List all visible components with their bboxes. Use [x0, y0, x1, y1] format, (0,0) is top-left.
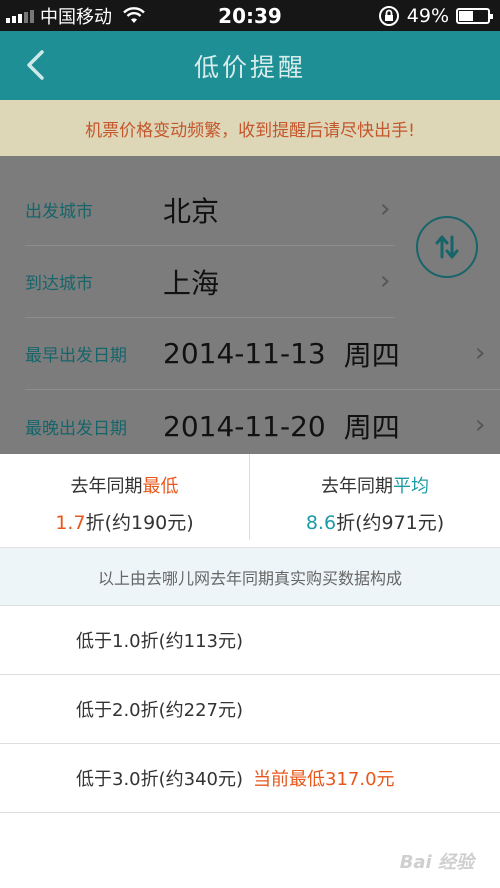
last-year-stats: 去年同期最低 1.7折(约190元) 去年同期平均 8.6折(约971元): [0, 454, 500, 548]
price-alert-sheet: 去年同期最低 1.7折(约190元) 去年同期平均 8.6折(约971元) 以上…: [0, 454, 500, 888]
nav-bar: 低价提醒: [0, 31, 500, 100]
option-label: 低于2.0折(约227元): [76, 700, 244, 721]
swap-cities-button[interactable]: [416, 216, 478, 278]
baidu-jingyan-watermark: Bai 经验: [399, 852, 474, 873]
battery-percent: 49%: [406, 4, 449, 27]
status-bar: 中国移动 20:39 49%: [0, 0, 500, 31]
latest-date-row[interactable]: 最晚出发日期 2014-11-20 周四 ›: [25, 390, 500, 462]
average-stat-value: 8.6折(约971元): [250, 508, 500, 535]
latest-date-label: 最晚出发日期: [25, 418, 127, 439]
average-suffix: 折(约971元): [336, 512, 445, 534]
lowest-prefix: 去年同期: [70, 476, 143, 497]
page-title: 低价提醒: [193, 52, 306, 82]
lowest-discount: 1.7: [55, 512, 86, 534]
carrier-name: 中国移动: [40, 6, 112, 28]
average-stat-title: 去年同期平均: [250, 472, 500, 498]
average-discount: 8.6: [305, 512, 337, 534]
chevron-right-icon: ›: [380, 266, 391, 296]
wifi-icon: [123, 6, 145, 23]
chevron-right-icon: ›: [475, 410, 486, 440]
chevron-right-icon: ›: [475, 338, 486, 368]
earliest-date-label: 最早出发日期: [25, 346, 127, 366]
departure-city-label: 出发城市: [25, 202, 93, 222]
latest-date-value: 2014-11-20: [163, 409, 326, 443]
signal-strength-icon: [6, 9, 34, 23]
average-prefix: 去年同期: [321, 476, 393, 497]
average-stat: 去年同期平均 8.6折(约971元): [250, 454, 500, 547]
option-1-0-discount[interactable]: 低于1.0折(约113元): [0, 606, 500, 675]
battery-fill: [459, 10, 473, 21]
back-chevron-icon[interactable]: [20, 48, 54, 82]
average-highlight: 平均: [393, 476, 429, 497]
current-lowest-price: 当前最低317.0元: [253, 769, 395, 790]
latest-weekday: 周四: [343, 411, 400, 444]
price-change-notice: 机票价格变动频繁，收到提醒后请尽快出手!: [0, 100, 500, 156]
departure-city-row[interactable]: 出发城市 北京 ›: [25, 174, 395, 246]
arrival-city-row[interactable]: 到达城市 上海 ›: [25, 246, 395, 318]
search-form: 出发城市 北京 › 到达城市 上海 › 最早出发日期 2014-11-13 周四…: [0, 156, 500, 456]
lowest-stat-title: 去年同期最低: [0, 472, 249, 498]
departure-city-value: 北京: [163, 194, 220, 228]
option-label: 低于3.0折(约340元): [76, 769, 244, 790]
lowest-stat: 去年同期最低 1.7折(约190元): [0, 454, 250, 540]
battery-icon: [456, 7, 493, 24]
lowest-suffix: 折(约190元): [85, 512, 194, 534]
chevron-right-icon: ›: [380, 194, 391, 224]
earliest-date-value: 2014-11-13: [163, 337, 326, 370]
earliest-weekday: 周四: [343, 338, 400, 372]
data-source-note: 以上由去哪儿网去年同期真实购买数据构成: [0, 548, 500, 606]
arrival-city-value: 上海: [163, 266, 220, 300]
lowest-stat-value: 1.7折(约190元): [0, 508, 249, 535]
swap-vertical-icon: [435, 235, 459, 259]
option-label: 低于1.0折(约113元): [76, 631, 244, 652]
rotation-lock-icon: [378, 5, 399, 26]
option-3-0-discount[interactable]: 低于3.0折(约340元) 当前最低317.0元: [0, 744, 500, 813]
lowest-highlight: 最低: [142, 476, 179, 497]
earliest-date-row[interactable]: 最早出发日期 2014-11-13 周四 ›: [25, 318, 500, 390]
arrival-city-label: 到达城市: [25, 274, 93, 294]
option-2-0-discount[interactable]: 低于2.0折(约227元): [0, 675, 500, 744]
